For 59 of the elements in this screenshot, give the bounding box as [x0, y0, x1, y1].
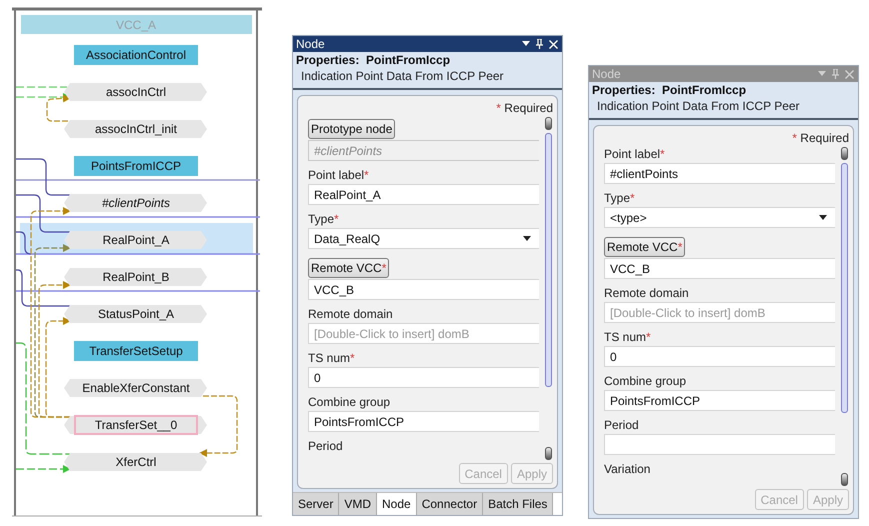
- field-label: Combine group: [604, 374, 686, 389]
- panel-title: Node: [296, 37, 325, 51]
- flow-node[interactable]: RealPoint_A: [64, 231, 207, 249]
- group-header[interactable]: AssociationControl: [74, 45, 198, 65]
- field-label: Combine group: [308, 395, 390, 410]
- input-field[interactable]: [Double-Click to insert] domB: [308, 323, 539, 344]
- tab[interactable]: Batch Files: [483, 493, 554, 515]
- input-field[interactable]: PointsFromICCP: [604, 390, 835, 411]
- caret-icon: [819, 215, 827, 220]
- container-header: VCC_A: [21, 15, 252, 34]
- field-label: Period: [604, 418, 639, 433]
- scrollbar[interactable]: [545, 117, 552, 460]
- input-field[interactable]: 0: [308, 367, 539, 388]
- flow-node[interactable]: TransferSet__0: [64, 415, 207, 435]
- label-button[interactable]: Remote VCC*: [308, 258, 390, 278]
- field-label: Variation: [604, 462, 650, 477]
- flow-node[interactable]: RealPoint_B: [64, 268, 207, 286]
- caret-icon: [523, 236, 531, 241]
- flow-node[interactable]: XferCtrl: [64, 453, 207, 471]
- input-field[interactable]: PointsFromICCP: [308, 411, 539, 432]
- group-header[interactable]: PointsFromICCP: [74, 156, 198, 176]
- type-dropdown[interactable]: <type>: [604, 207, 835, 228]
- field-label: Period: [308, 439, 343, 454]
- field-label: Remote domain: [308, 307, 393, 322]
- input-field[interactable]: [604, 434, 835, 455]
- field-label: TS num*: [308, 351, 355, 366]
- field-label: Remote domain: [604, 286, 689, 301]
- flow-node[interactable]: StatusPoint_A: [64, 305, 207, 323]
- input-field[interactable]: [Double-Click to insert] domB: [604, 302, 835, 323]
- type-dropdown[interactable]: Data_RealQ: [308, 228, 539, 249]
- input-field[interactable]: VCC_B: [308, 279, 539, 300]
- scrollbar[interactable]: [841, 147, 848, 486]
- flow-node[interactable]: assocInCtrl_init: [64, 120, 207, 138]
- label-button[interactable]: Prototype node: [308, 119, 396, 139]
- field-label: Point label*: [604, 147, 665, 162]
- panel-description: Indication Point Data From ICCP Peer: [293, 67, 562, 90]
- input-field[interactable]: VCC_B: [604, 258, 835, 279]
- panel-description: Indication Point Data From ICCP Peer: [589, 97, 858, 120]
- tab[interactable]: Connector: [416, 493, 484, 515]
- field-label: Type*: [604, 191, 635, 206]
- required-note: * Required: [792, 131, 849, 145]
- field-label: Type*: [308, 212, 339, 227]
- panel-title: Node: [592, 67, 621, 81]
- flow-node[interactable]: EnableXferConstant: [64, 379, 207, 397]
- flow-node[interactable]: assocInCtrl: [64, 83, 207, 101]
- input-field[interactable]: #clientPoints: [604, 163, 835, 184]
- field-label: Point label*: [308, 168, 369, 183]
- dropdown-icon[interactable]: [522, 41, 530, 47]
- required-note: * Required: [496, 101, 553, 115]
- label-button[interactable]: Remote VCC*: [604, 237, 686, 257]
- tab[interactable]: VMD: [339, 493, 378, 515]
- input-field[interactable]: 0: [604, 346, 835, 367]
- tab[interactable]: Server: [293, 493, 340, 515]
- group-header[interactable]: TransferSetSetup: [74, 341, 198, 361]
- properties-heading: Properties: PointFromIccp: [591, 82, 748, 97]
- properties-heading: Properties: PointFromIccp: [295, 52, 452, 67]
- flow-node[interactable]: #clientPoints: [64, 194, 207, 212]
- field-label: TS num*: [604, 330, 651, 345]
- input-field[interactable]: RealPoint_A: [308, 184, 539, 205]
